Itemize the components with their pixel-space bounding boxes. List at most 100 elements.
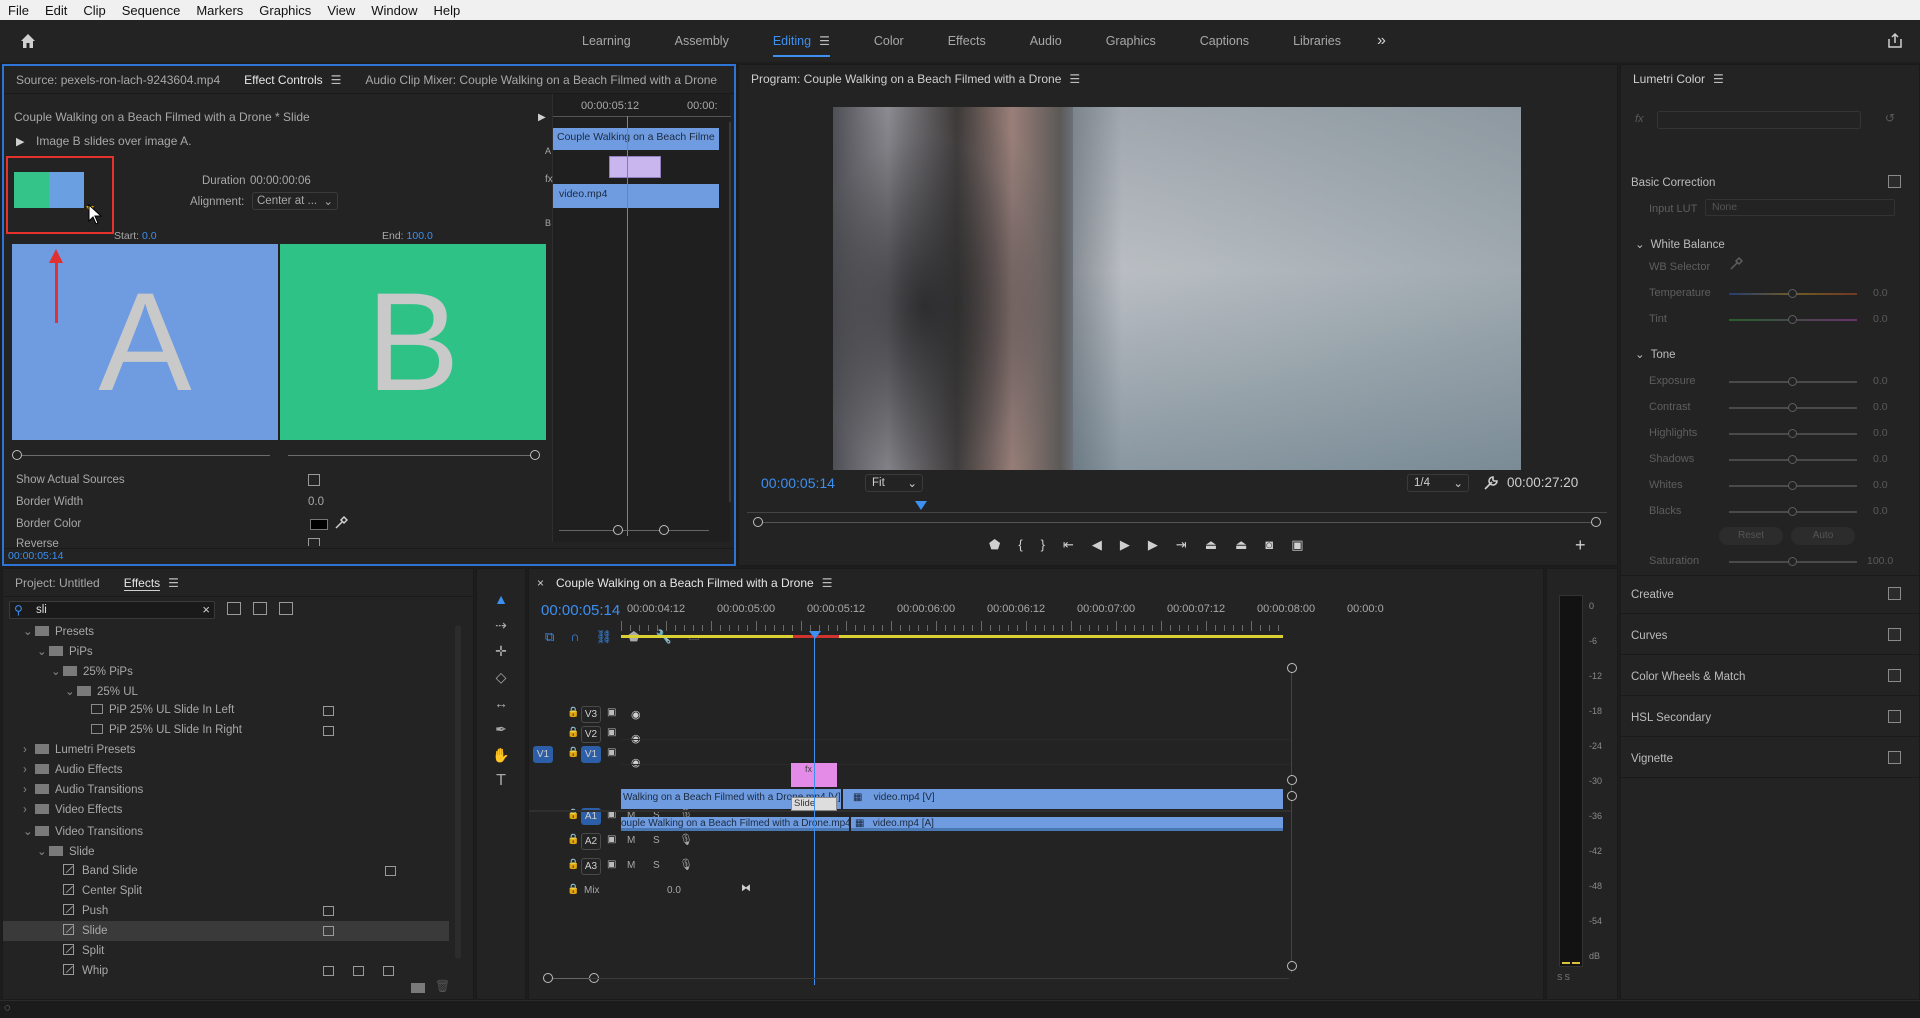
- solo-button[interactable]: S: [653, 860, 660, 871]
- eye-icon[interactable]: ◉: [631, 756, 641, 769]
- chevron-icon[interactable]: ⌄: [37, 844, 49, 858]
- transition-thumbnail[interactable]: [14, 172, 84, 208]
- workspace-tab-libraries[interactable]: Libraries: [1271, 20, 1363, 62]
- step-back-icon[interactable]: ◀: [1092, 537, 1102, 553]
- menu-file[interactable]: File: [8, 3, 29, 18]
- tab-audio-clip-mixer[interactable]: Audio Clip Mixer: Couple Walking on a Be…: [353, 73, 729, 87]
- sync-icon[interactable]: ▣: [607, 834, 616, 845]
- tone-slider-value[interactable]: 0.0: [1873, 453, 1888, 465]
- 32bit-filter-icon[interactable]: [253, 602, 267, 615]
- mark-out-icon[interactable]: }: [1041, 537, 1045, 553]
- border-color-swatch[interactable]: [310, 519, 328, 530]
- timeline-timecode[interactable]: 00:00:05:14: [541, 602, 620, 619]
- sync-icon[interactable]: ▣: [607, 727, 616, 738]
- trash-icon[interactable]: 🗑: [435, 979, 450, 993]
- v-scroll-mid[interactable]: [1287, 775, 1297, 785]
- hand-tool-icon[interactable]: ✋: [491, 745, 511, 765]
- workspace-tab-captions[interactable]: Captions: [1178, 20, 1271, 62]
- v-scroll-top[interactable]: [1287, 663, 1297, 673]
- eyedropper-icon[interactable]: [334, 516, 348, 530]
- share-icon[interactable]: [1886, 32, 1904, 50]
- program-timecode[interactable]: 00:00:05:14: [761, 475, 835, 491]
- tree-item[interactable]: ⌄ Presets: [3, 621, 449, 641]
- ripple-edit-tool-icon[interactable]: ✛: [491, 641, 511, 661]
- tree-item[interactable]: PiP 25% UL Slide In Left: [3, 701, 449, 721]
- type-tool-icon[interactable]: T: [491, 771, 511, 791]
- more-workspaces-icon[interactable]: »: [1363, 32, 1400, 50]
- track-target[interactable]: A2: [581, 833, 601, 850]
- tree-item[interactable]: ⌄ PiPs: [3, 641, 449, 661]
- microphone-icon[interactable]: 🎙: [679, 858, 693, 871]
- play-icon[interactable]: ▶: [1120, 537, 1130, 553]
- tree-item[interactable]: Band Slide: [3, 861, 449, 881]
- tab-source[interactable]: Source: pexels-ron-lach-9243604.mp4: [4, 73, 232, 87]
- tree-item[interactable]: › Audio Effects: [3, 761, 449, 781]
- mute-button[interactable]: M: [627, 860, 635, 871]
- tree-item[interactable]: Center Split: [3, 881, 449, 901]
- eye-icon[interactable]: ◉: [631, 708, 641, 721]
- tone-slider-value[interactable]: 0.0: [1873, 427, 1888, 439]
- play-transition-icon[interactable]: ▶: [16, 135, 24, 148]
- white-balance-header[interactable]: ⌄ White Balance: [1635, 237, 1725, 251]
- chevron-icon[interactable]: ›: [23, 744, 35, 756]
- lock-icon[interactable]: 🔒: [567, 884, 579, 895]
- tone-slider-value[interactable]: 0.0: [1873, 479, 1888, 491]
- menu-window[interactable]: Window: [371, 3, 417, 18]
- fit-dropdown[interactable]: Fit ⌄: [865, 474, 923, 492]
- tab-lumetri[interactable]: Lumetri Color ☰: [1621, 72, 1736, 86]
- curves-header[interactable]: Curves: [1631, 630, 1667, 642]
- tab-effects[interactable]: Effects ☰: [112, 575, 191, 591]
- temperature-value[interactable]: 0.0: [1873, 287, 1888, 299]
- chevron-icon[interactable]: ⌄: [51, 664, 63, 678]
- play-icon[interactable]: ▶: [538, 112, 546, 123]
- extract-icon[interactable]: ⏏: [1235, 537, 1247, 553]
- v-scroll-mid2[interactable]: [1287, 791, 1297, 801]
- compare-icon[interactable]: ▣: [1291, 537, 1303, 553]
- tab-project[interactable]: Project: Untitled: [3, 576, 112, 590]
- meter-solo-buttons[interactable]: S S: [1557, 973, 1570, 982]
- end-value[interactable]: 100.0: [407, 230, 433, 242]
- tab-effect-controls[interactable]: Effect Controls ☰: [232, 73, 353, 87]
- color-wheels-header[interactable]: Color Wheels & Match: [1631, 671, 1745, 683]
- track-target[interactable]: V2: [581, 726, 601, 743]
- temperature-knob[interactable]: [1788, 289, 1797, 298]
- input-lut-dropdown[interactable]: None: [1705, 199, 1895, 216]
- lock-icon[interactable]: 🔒: [567, 707, 579, 718]
- creative-checkbox[interactable]: [1888, 587, 1901, 600]
- effect-dropdown[interactable]: [1657, 111, 1861, 129]
- wrench-icon[interactable]: [1483, 475, 1499, 491]
- tree-item[interactable]: ⌄ 25% UL: [3, 681, 449, 701]
- h-zoom-left[interactable]: [543, 973, 553, 983]
- reverse-checkbox[interactable]: [308, 538, 320, 546]
- mini-scroll-knob-left[interactable]: [613, 525, 623, 535]
- workspace-tab-learning[interactable]: Learning: [560, 20, 653, 62]
- menu-icon[interactable]: ☰: [822, 576, 833, 590]
- color-wheels-checkbox[interactable]: [1888, 669, 1901, 682]
- reset-icon[interactable]: ↺: [1885, 111, 1895, 125]
- slip-tool-icon[interactable]: ↔: [491, 693, 511, 713]
- workspace-tab-effects[interactable]: Effects: [926, 20, 1008, 62]
- lock-icon[interactable]: 🔒: [567, 727, 579, 738]
- timeline-playhead[interactable]: [814, 635, 815, 985]
- menu-clip[interactable]: Clip: [83, 3, 105, 18]
- show-sources-checkbox[interactable]: [308, 474, 320, 486]
- accelerated-filter-icon[interactable]: [227, 602, 241, 615]
- razor-tool-icon[interactable]: ◇: [491, 667, 511, 687]
- lock-icon[interactable]: 🔒: [567, 834, 579, 845]
- camera-icon[interactable]: ◙: [1265, 537, 1273, 553]
- tree-item[interactable]: Slide: [3, 921, 449, 941]
- basic-correction-checkbox[interactable]: [1888, 175, 1901, 188]
- menu-edit[interactable]: Edit: [45, 3, 67, 18]
- basic-correction-header[interactable]: Basic Correction: [1631, 177, 1715, 189]
- reset-button[interactable]: Reset: [1719, 527, 1783, 545]
- selection-tool-icon[interactable]: ▲: [491, 589, 511, 609]
- tree-item[interactable]: PiP 25% UL Slide In Right: [3, 721, 449, 741]
- creative-header[interactable]: Creative: [1631, 589, 1674, 601]
- start-slider-knob[interactable]: [12, 450, 22, 460]
- tint-knob[interactable]: [1788, 315, 1797, 324]
- menu-graphics[interactable]: Graphics: [259, 3, 311, 18]
- lock-icon[interactable]: 🔒: [567, 747, 579, 758]
- hsl-secondary-header[interactable]: HSL Secondary: [1631, 712, 1711, 724]
- tree-item[interactable]: ⌄ 25% PiPs: [3, 661, 449, 681]
- chevron-icon[interactable]: ›: [23, 764, 35, 776]
